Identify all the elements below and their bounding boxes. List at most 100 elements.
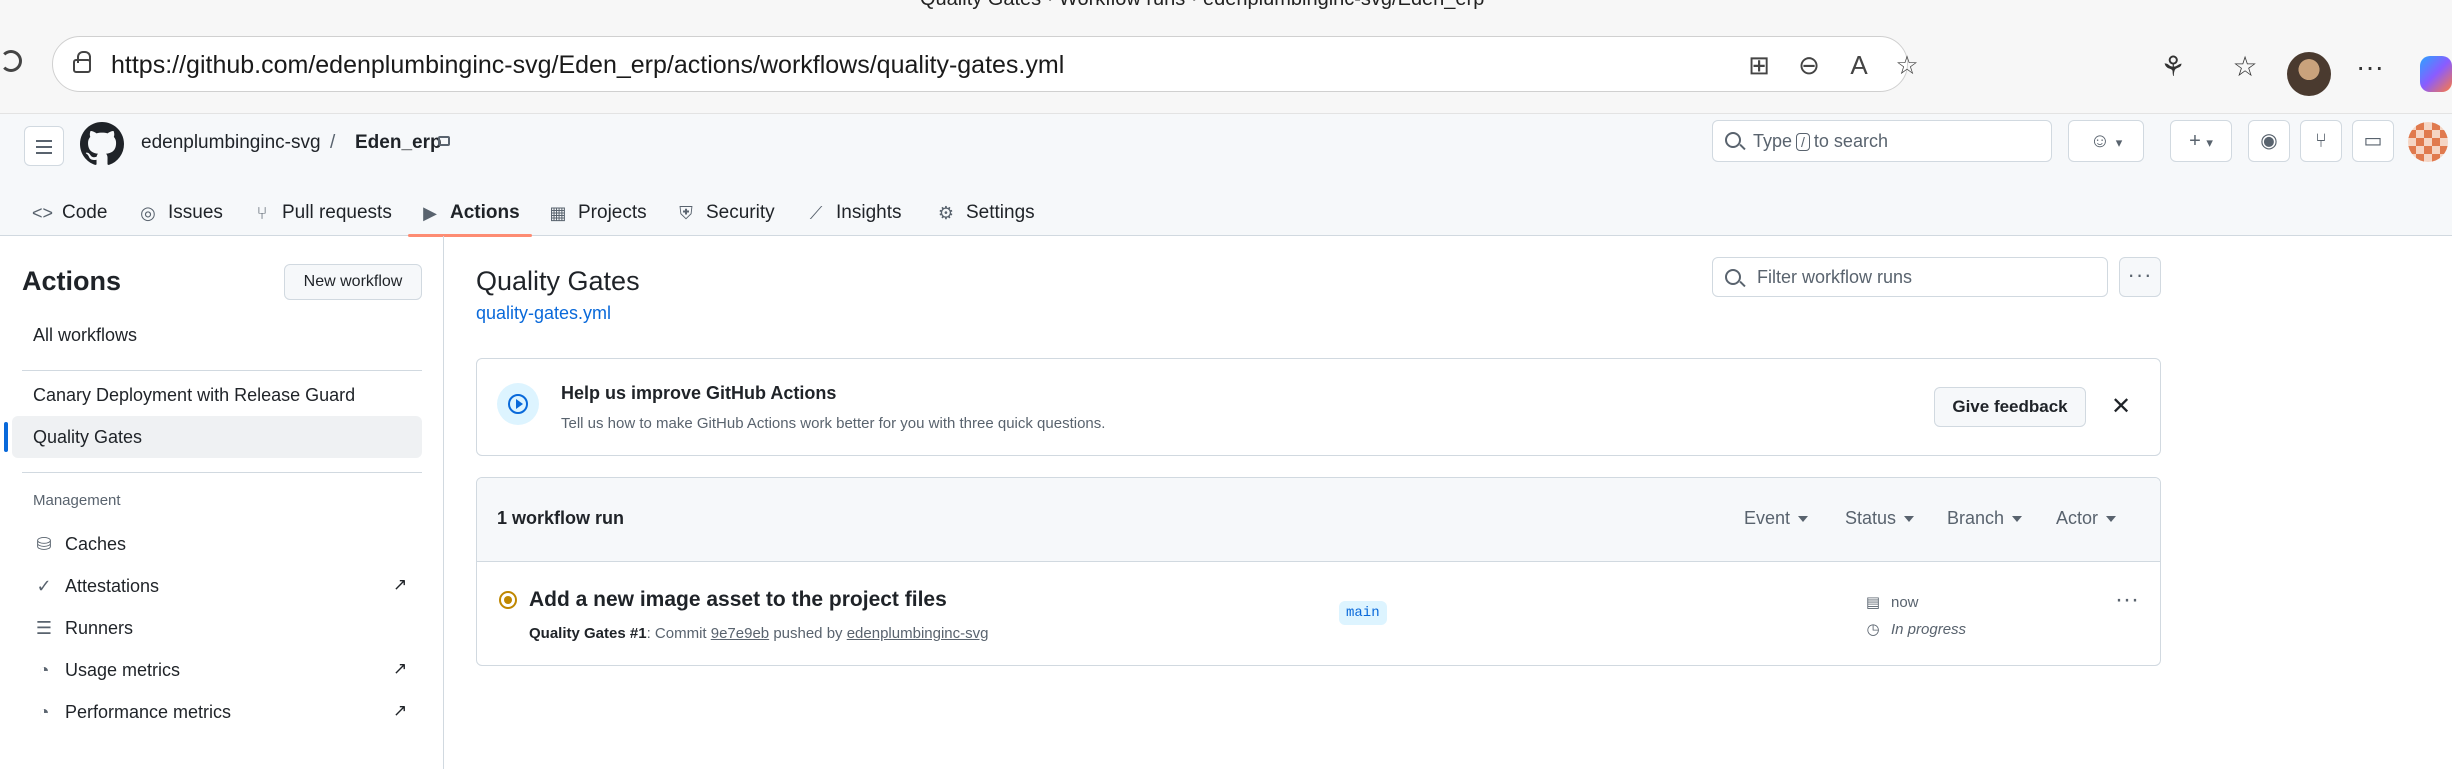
issue-icon: ◉ — [2260, 130, 2278, 152]
github-logo-icon[interactable] — [80, 122, 124, 166]
calendar-icon: ▤ — [1865, 594, 1881, 611]
sidebar-item-caches[interactable]: ⛁ Caches — [33, 529, 126, 559]
extensions-icon[interactable]: ⚘ — [2156, 50, 2190, 84]
actor-link[interactable]: edenplumbinginc-svg — [847, 625, 989, 642]
sidebar-item-all-workflows[interactable]: All workflows — [12, 314, 422, 356]
external-link-icon: ↗ — [393, 575, 408, 594]
sidebar-item-attestations[interactable]: ✓ Attestations — [33, 571, 159, 601]
user-avatar[interactable] — [2408, 122, 2448, 162]
meter-icon: ◔ — [38, 660, 50, 680]
run-more-options-button[interactable]: ··· — [2109, 588, 2145, 620]
actions-sidebar: Actions New workflow All workflows Canar… — [0, 236, 444, 769]
inbox-icon: ▭ — [2363, 130, 2383, 152]
chevron-down-icon — [1798, 516, 1809, 523]
server-icon: ☰ — [35, 618, 53, 638]
search-icon — [1725, 269, 1741, 285]
sidebar-title: Actions — [22, 266, 122, 296]
favorite-star-icon[interactable]: ☆ — [1893, 51, 1921, 79]
tab-code[interactable]: <> Code — [32, 190, 107, 236]
pull-requests-button[interactable]: ⑂ — [2300, 120, 2342, 162]
favorites-icon[interactable]: ☆ — [2228, 50, 2262, 84]
database-icon: ⛁ — [36, 534, 52, 554]
run-time: ▤ now — [1865, 594, 1919, 611]
address-bar[interactable]: https://github.com/edenplumbinginc-svg/E… — [52, 36, 1919, 92]
global-search-input[interactable]: Type / to search — [1712, 120, 2052, 162]
run-workflow-name: Quality Gates — [529, 625, 626, 642]
branch-label[interactable]: main — [1339, 601, 1387, 625]
zoom-out-icon[interactable]: ⊖ — [1795, 51, 1823, 79]
tab-insights[interactable]: ⟋ Insights — [806, 190, 902, 236]
search-shortcut-key: / — [1796, 133, 1810, 151]
new-workflow-button[interactable]: New workflow — [284, 264, 422, 300]
browser-menu-icon[interactable]: ··· — [2353, 50, 2387, 84]
filter-workflow-runs-input[interactable]: Filter workflow runs — [1712, 257, 2108, 297]
tab-issues[interactable]: ◎ Issues — [138, 190, 223, 236]
copilot-menu-button[interactable]: ☺ ▾ — [2068, 120, 2144, 162]
browser-titlebar: Quality Gates · Workflow runs · edenplum… — [0, 0, 2452, 12]
tab-pull-requests[interactable]: ⑂ Pull requests — [252, 190, 392, 236]
close-icon[interactable]: ✕ — [2107, 389, 2135, 425]
table-icon: ▦ — [549, 202, 567, 223]
give-feedback-button[interactable]: Give feedback — [1934, 387, 2086, 427]
workflow-title: Quality Gates — [476, 266, 640, 296]
runs-list-header: 1 workflow run Event Status Branch Actor — [477, 478, 2160, 562]
site-info-lock-icon[interactable] — [73, 51, 91, 73]
event-filter-dropdown[interactable]: Event — [1744, 508, 1809, 529]
breadcrumb-separator: / — [330, 132, 336, 153]
commit-sha-link[interactable]: 9e7e9eb — [711, 625, 769, 642]
play-icon: ▶ — [423, 202, 437, 223]
filter-placeholder: Filter workflow runs — [1757, 267, 1913, 287]
breadcrumb-repo[interactable]: Eden_erp — [355, 132, 442, 154]
read-aloud-icon[interactable]: A — [1845, 51, 1873, 79]
banner-heading: Help us improve GitHub Actions — [561, 383, 837, 403]
actor-filter-dropdown[interactable]: Actor — [2056, 508, 2117, 529]
code-icon: <> — [32, 202, 54, 223]
url-text[interactable]: https://github.com/edenplumbinginc-svg/E… — [111, 51, 1064, 80]
app-available-icon[interactable]: ⊞ — [1745, 51, 1773, 79]
sidebar-divider — [22, 472, 422, 473]
copilot-icon: ☺ — [2089, 130, 2111, 152]
browser-profile-avatar[interactable] — [2287, 52, 2331, 96]
global-nav-menu-button[interactable] — [24, 126, 64, 166]
reload-icon[interactable] — [0, 50, 22, 72]
gear-icon: ⚙ — [937, 202, 955, 223]
status-filter-dropdown[interactable]: Status — [1845, 508, 1915, 529]
sidebar-item-runners[interactable]: ☰ Runners — [33, 613, 133, 643]
search-placeholder: Type / to search — [1753, 131, 1888, 151]
workflow-more-options-button[interactable]: ··· — [2119, 257, 2161, 297]
browser-toolbar: https://github.com/edenplumbinginc-svg/E… — [0, 12, 2452, 114]
private-lock-icon — [438, 136, 450, 146]
run-number: #1 — [629, 625, 647, 642]
workflow-file-link[interactable]: quality-gates.yml — [476, 303, 611, 324]
branch-filter-dropdown[interactable]: Branch — [1947, 508, 2023, 529]
chevron-down-icon — [1904, 516, 1915, 523]
run-title-link[interactable]: Add a new image asset to the project fil… — [529, 588, 947, 612]
in-progress-status-icon — [499, 591, 517, 609]
sidebar-divider — [22, 370, 422, 371]
graph-icon: ⟋ — [809, 202, 823, 223]
sidebar-item-performance-metrics[interactable]: ◔ Performance metrics — [33, 697, 231, 727]
management-heading: Management — [33, 492, 121, 509]
inbox-button[interactable]: ▭ — [2352, 120, 2394, 162]
sidebar-item-quality-gates[interactable]: Quality Gates — [4, 416, 422, 458]
runs-count: 1 workflow run — [497, 508, 625, 528]
breadcrumb-owner[interactable]: edenplumbinginc-svg — [141, 132, 321, 154]
git-pull-request-icon: ⑂ — [256, 202, 268, 223]
issues-button[interactable]: ◉ — [2248, 120, 2290, 162]
stopwatch-icon: ◷ — [1866, 621, 1880, 638]
feedback-banner: Help us improve GitHub Actions Tell us h… — [476, 358, 2161, 456]
copilot-icon[interactable] — [2420, 56, 2452, 92]
issue-opened-icon: ◎ — [140, 202, 156, 223]
tab-security[interactable]: ⛨ Security — [676, 190, 774, 236]
banner-text: Tell us how to make GitHub Actions work … — [561, 415, 1106, 432]
tab-settings[interactable]: ⚙ Settings — [936, 190, 1035, 236]
create-new-button[interactable]: + ▾ — [2170, 120, 2232, 162]
chevron-down-icon: ▾ — [2115, 135, 2123, 150]
tab-projects[interactable]: ▦ Projects — [548, 190, 646, 236]
github-header: edenplumbinginc-svg / Eden_erp Type / to s… — [0, 114, 2452, 237]
pull-request-icon: ⑂ — [2315, 130, 2327, 152]
sidebar-item-usage-metrics[interactable]: ◔ Usage metrics — [33, 655, 180, 685]
run-meta: Quality Gates #1: Commit 9e7e9eb pushed … — [529, 625, 989, 642]
sidebar-item-canary-deployment[interactable]: Canary Deployment with Release Guard — [12, 374, 422, 416]
tab-actions[interactable]: ▶ Actions — [408, 190, 532, 237]
